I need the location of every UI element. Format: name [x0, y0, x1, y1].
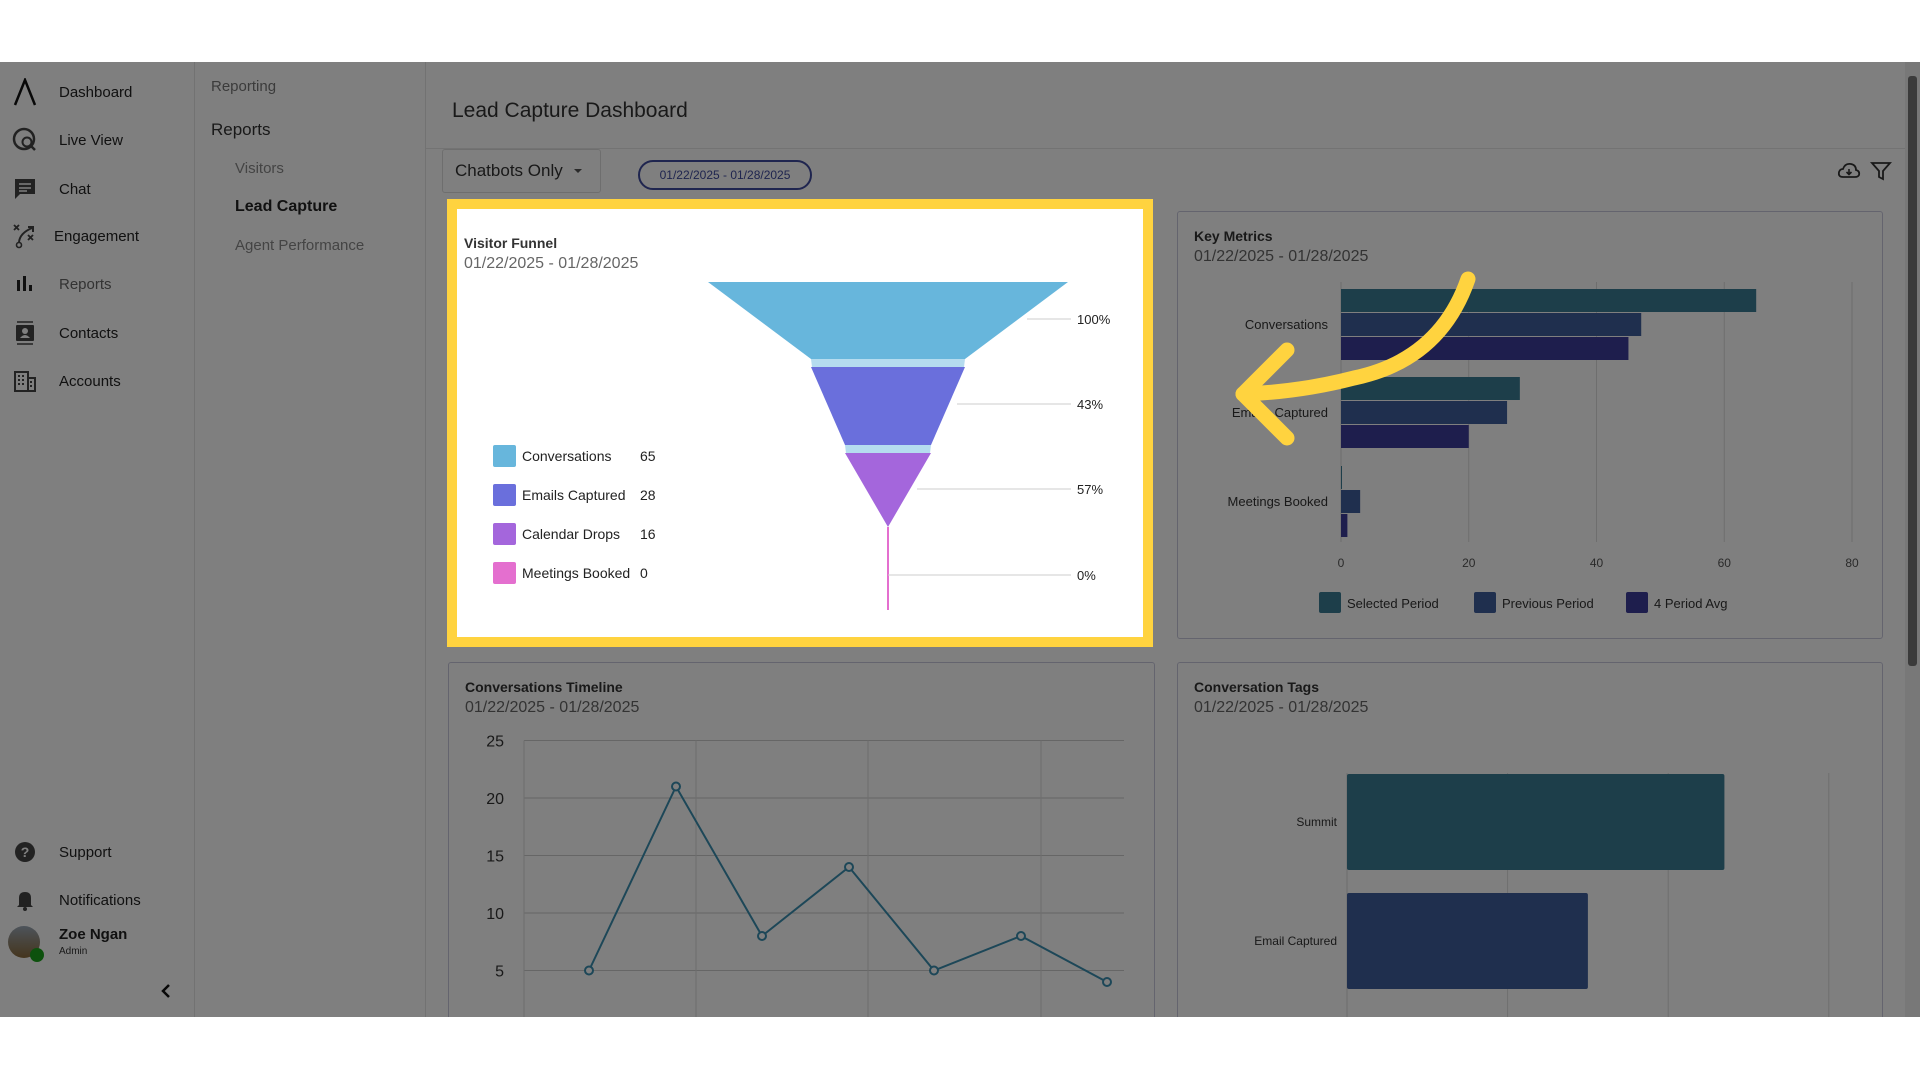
annotation-arrow — [1235, 271, 1476, 446]
